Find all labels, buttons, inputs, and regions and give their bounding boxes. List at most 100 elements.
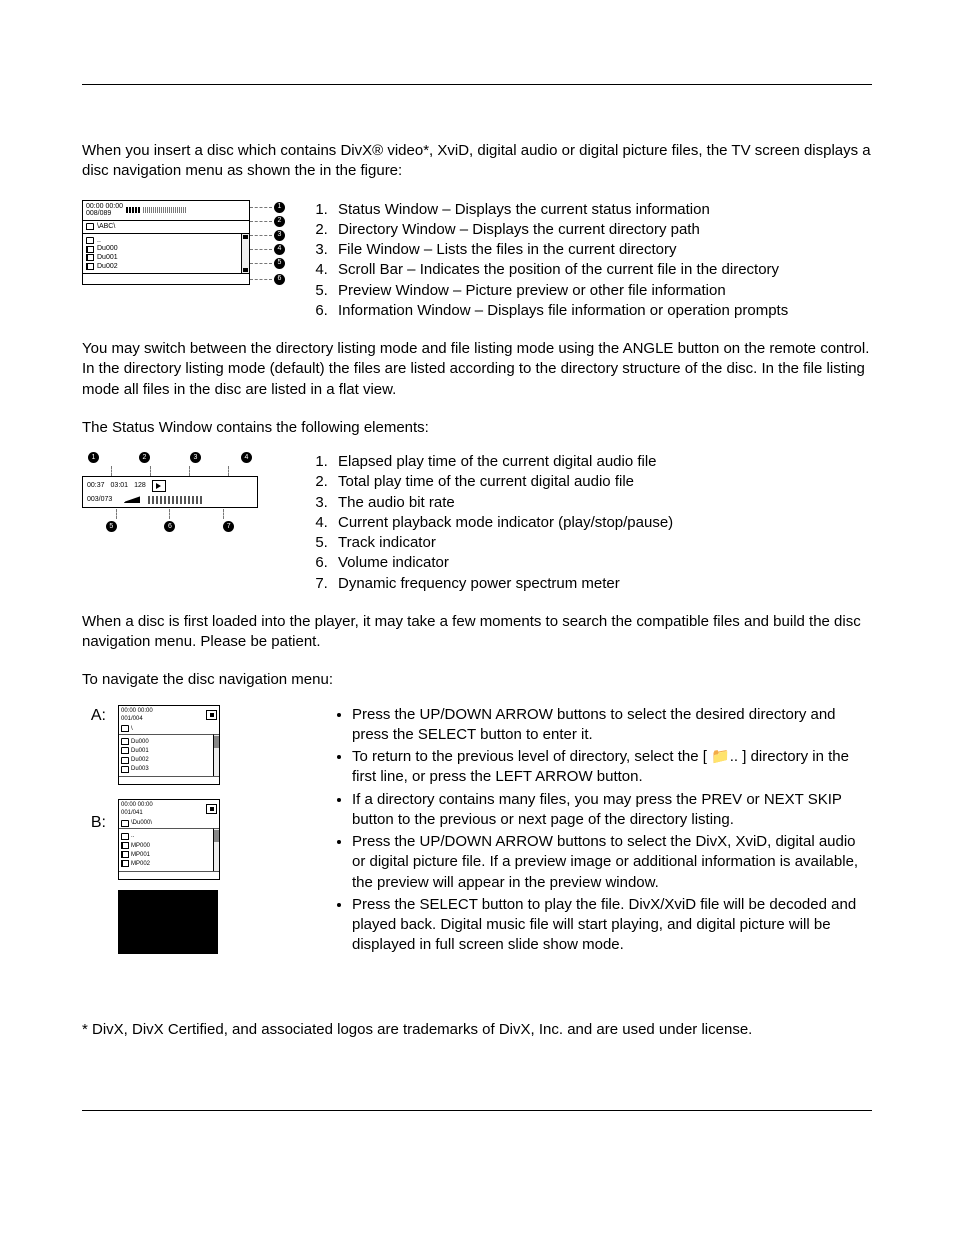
fig-file-item: Du002 xyxy=(97,263,118,271)
list-item: Press the UP/DOWN ARROW buttons to selec… xyxy=(352,832,872,893)
sw-box: 00:37 03:01 128 003/073 xyxy=(82,476,258,508)
step-a-label: A: xyxy=(82,705,112,727)
list-item: Press the UP/DOWN ARROW buttons to selec… xyxy=(352,705,872,746)
list-item: Current playback mode indicator (play/st… xyxy=(332,513,872,533)
mini-path: \Du000\ xyxy=(131,819,152,827)
mini-sub: 001/041 xyxy=(121,809,153,817)
sw-callout-3: 3 xyxy=(190,452,201,463)
sw-track: 003/073 xyxy=(87,495,112,504)
mini-item: MP001 xyxy=(131,851,150,859)
fig-file-list: .. Du000 Du001 Du002 xyxy=(83,234,241,274)
status-intro-paragraph: The Status Window contains the following… xyxy=(82,418,872,438)
fig-callouts: 1 2 3 4 5 6 xyxy=(250,200,290,286)
folder-icon xyxy=(121,757,129,764)
fig-status-track: 008/089 xyxy=(86,210,123,218)
navigate-row: A: B: 00:00 00:00001/004 \ Du000 Du001 D… xyxy=(82,705,872,958)
navigate-figures: A: B: 00:00 00:00001/004 \ Du000 Du001 D… xyxy=(82,705,312,954)
play-icon xyxy=(152,480,166,492)
mini-item: Du000 xyxy=(131,738,149,746)
stop-icon xyxy=(206,710,217,720)
step-c-figure xyxy=(118,890,218,954)
intro-paragraph: When you insert a disc which contains Di… xyxy=(82,141,872,182)
volume-icon xyxy=(126,207,140,213)
mini-sub: 001/004 xyxy=(121,715,153,723)
stop-icon xyxy=(206,804,217,814)
list-item: The audio bit rate xyxy=(332,493,872,513)
mini-item: MP002 xyxy=(131,860,150,868)
callout-5: 5 xyxy=(274,258,285,269)
mini-item: Du003 xyxy=(131,765,149,773)
nav-window-list: Status Window – Displays the current sta… xyxy=(306,200,872,322)
list-item: Information Window – Displays file infor… xyxy=(332,301,872,321)
mini-hdr: 00:00 00:00 xyxy=(121,801,153,809)
spectrum-icon xyxy=(143,207,187,213)
callout-4: 4 xyxy=(274,244,285,255)
bottom-rule xyxy=(82,1110,872,1111)
mini-scrollbar xyxy=(213,828,219,870)
fig-dir-path: \ABC\ xyxy=(97,223,115,231)
folder-icon xyxy=(121,738,129,745)
file-icon xyxy=(86,246,94,253)
fig-info-window xyxy=(83,273,249,284)
status-window-figure: 1 2 3 4 00:37 03:01 128 003/073 xyxy=(82,452,258,532)
file-icon xyxy=(121,860,129,867)
folder-icon xyxy=(121,766,129,773)
callout-1: 1 xyxy=(274,202,285,213)
file-icon xyxy=(86,263,94,270)
navigate-paragraph: To navigate the disc navigation menu: xyxy=(82,670,872,690)
document-page: When you insert a disc which contains Di… xyxy=(0,0,954,1235)
list-item: Track indicator xyxy=(332,533,872,553)
file-icon xyxy=(121,851,129,858)
step-b-label: B: xyxy=(82,812,112,834)
folder-icon xyxy=(86,223,94,230)
folder-icon xyxy=(121,833,129,840)
volume-icon xyxy=(120,496,140,503)
list-item: To return to the previous level of direc… xyxy=(352,747,872,788)
switch-paragraph: You may switch between the directory lis… xyxy=(82,339,872,400)
callout-2: 2 xyxy=(274,216,285,227)
nav-figure-cell: 00:00 00:00 008/089 \ABC\ .. Du000 Du001 xyxy=(82,200,292,286)
list-item: Dynamic frequency power spectrum meter xyxy=(332,574,872,594)
sw-callout-5: 5 xyxy=(106,521,117,532)
list-item: If a directory contains many files, you … xyxy=(352,790,872,831)
fig-status-window: 00:00 00:00 008/089 xyxy=(83,201,249,221)
top-rule xyxy=(82,84,872,85)
spectrum-icon xyxy=(148,496,203,504)
sw-callout-2: 2 xyxy=(139,452,150,463)
mini-hdr: 00:00 00:00 xyxy=(121,707,153,715)
sw-callout-6: 6 xyxy=(164,521,175,532)
sw-callout-1: 1 xyxy=(88,452,99,463)
fig-directory-window: \ABC\ xyxy=(83,221,249,234)
mini-scrollbar xyxy=(213,734,219,776)
mini-item: Du001 xyxy=(131,747,149,755)
sw-elapsed: 00:37 xyxy=(87,481,105,490)
fig-file-window: .. Du000 Du001 Du002 xyxy=(83,234,249,274)
nav-figure-row: 00:00 00:00 008/089 \ABC\ .. Du000 Du001 xyxy=(82,200,872,340)
loading-paragraph: When a disc is first loaded into the pla… xyxy=(82,612,872,653)
disc-nav-figure: 00:00 00:00 008/089 \ABC\ .. Du000 Du001 xyxy=(82,200,250,286)
fig-file-item: .. xyxy=(97,237,101,245)
status-figure-row: 1 2 3 4 00:37 03:01 128 003/073 xyxy=(82,452,872,612)
callout-3: 3 xyxy=(274,230,285,241)
step-b-figure: 00:00 00:00001/041 \Du000\ .. MP000 MP00… xyxy=(118,799,220,880)
mini-path: \ xyxy=(131,725,133,733)
callout-6: 6 xyxy=(274,274,285,285)
mini-item: .. xyxy=(131,832,134,840)
mini-item: Du002 xyxy=(131,756,149,764)
file-icon xyxy=(86,254,94,261)
footnote: * DivX, DivX Certified, and associated l… xyxy=(82,1020,872,1040)
list-item: Press the SELECT button to play the file… xyxy=(352,895,872,956)
sw-callout-4: 4 xyxy=(241,452,252,463)
list-item: File Window – Lists the files in the cur… xyxy=(332,240,872,260)
navigate-bullets: Press the UP/DOWN ARROW buttons to selec… xyxy=(326,705,872,956)
folder-icon xyxy=(121,725,129,732)
status-window-list: Elapsed play time of the current digital… xyxy=(306,452,872,594)
status-figure-cell: 1 2 3 4 00:37 03:01 128 003/073 xyxy=(82,452,292,532)
step-a-figure: 00:00 00:00001/004 \ Du000 Du001 Du002 D… xyxy=(118,705,220,786)
sw-callout-7: 7 xyxy=(223,521,234,532)
list-item: Total play time of the current digital a… xyxy=(332,472,872,492)
fig-scrollbar xyxy=(241,234,249,274)
sw-bitrate: 128 xyxy=(134,481,146,490)
sw-total: 03:01 xyxy=(111,481,129,490)
list-item: Status Window – Displays the current sta… xyxy=(332,200,872,220)
